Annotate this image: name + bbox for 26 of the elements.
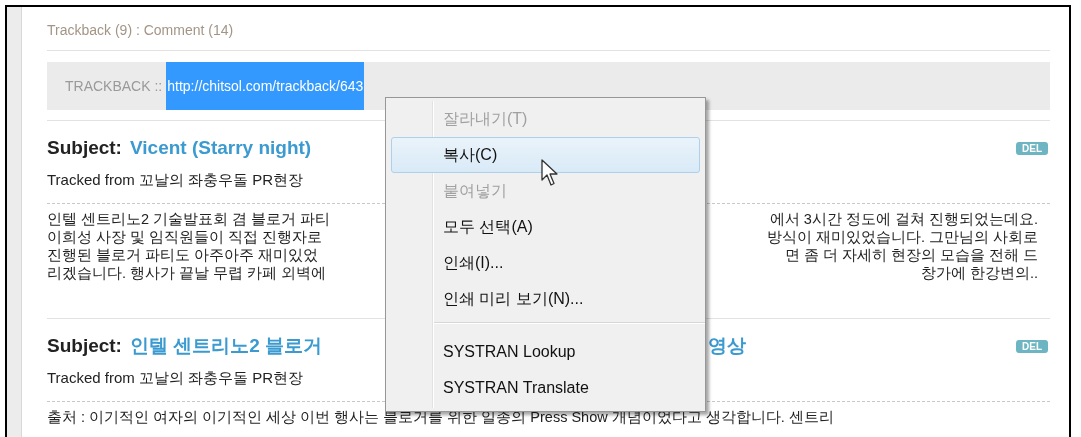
trackback-comment-counts: Trackback (9) : Comment (14) [47,21,234,38]
excerpt-text: 방식이 재미있었습니다. 그만님의 사회로 [766,228,1038,246]
subject-link[interactable]: Vicent (Starry night) [129,137,312,159]
excerpt-text: 인텔 센트리노2 기술발표회 겸 블로거 파티 [47,210,331,228]
excerpt-text: 이희성 사장 및 임직원들이 직접 진행자로 [47,228,323,246]
menu-item[interactable]: 모두 선택(A) [391,209,700,245]
subject-link[interactable]: 영상 [708,333,746,359]
excerpt-text: 면 좀 더 자세히 현장의 모습을 전해 드 [784,246,1038,264]
delete-badge[interactable]: DEL [1016,141,1048,155]
menu-item[interactable]: 인쇄 미리 보기(N)... [391,281,700,317]
delete-badge[interactable]: DEL [1016,339,1048,353]
trackback-url[interactable]: http://chitsol.com/trackback/643 [166,62,365,110]
tracked-from-text: Tracked from 꼬날의 좌충우돌 PR현장 [47,170,304,190]
subject-label: Subject: [47,335,122,357]
tracked-from-text: Tracked from 꼬날의 좌충우돌 PR현장 [47,368,304,388]
subject-label: Subject: [47,137,122,159]
menu-item[interactable]: 인쇄(I)... [391,245,700,281]
excerpt-text: 리겠습니다. 행사가 끝날 무렵 카페 외벽에 [47,264,327,282]
menu-item[interactable]: 복사(C) [391,137,700,173]
trackback-label: TRACKBACK :: [65,78,163,94]
subject-link[interactable]: 인텔 센트리노2 블로거 [129,333,323,359]
menu-item[interactable]: SYSTRAN Translate [391,370,700,406]
excerpt-text: 창가에 한강변의.. [920,264,1038,282]
menu-item[interactable]: SYSTRAN Lookup [391,334,700,370]
excerpt-text: 진행된 블로거 파티도 아주아주 재미있었 [47,246,319,264]
excerpt-text: 에서 3시간 정도에 걸쳐 진행되었는데요. [769,210,1038,228]
